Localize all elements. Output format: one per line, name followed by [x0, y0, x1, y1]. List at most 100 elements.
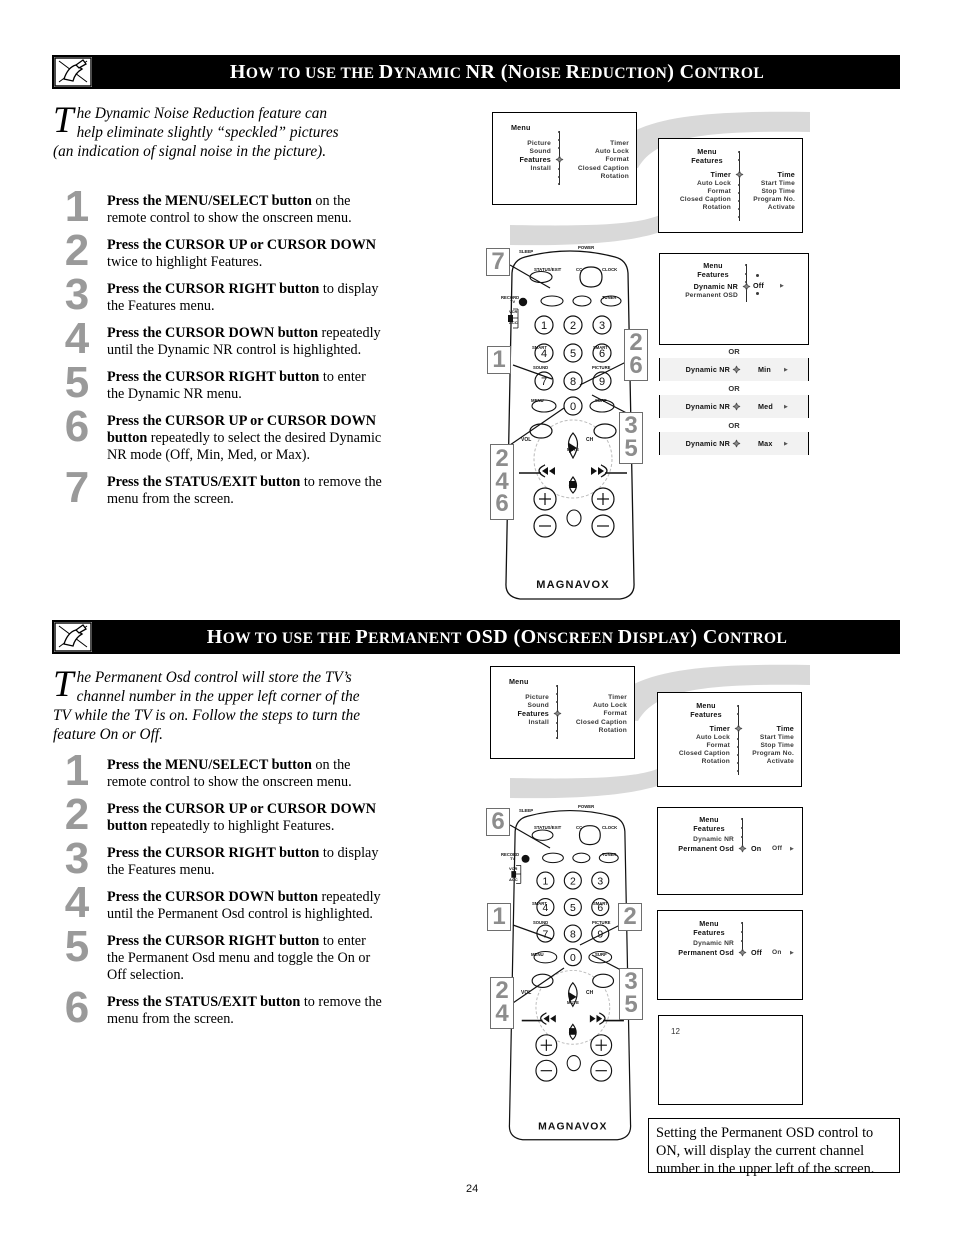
remote-label-tuner: TUNER — [602, 852, 617, 857]
step-bold: Press the MENU/SELECT button — [107, 193, 312, 209]
tv-manual-icon — [52, 55, 94, 89]
osd-breadcrumb: Features — [693, 824, 725, 833]
step-text: Press the CURSOR DOWN button repeatedly … — [107, 889, 385, 923]
step-bold: Press the STATUS/EXIT button — [107, 994, 301, 1010]
osd-item-highlighted: Dynamic NR — [693, 282, 738, 291]
step-text: Press the MENU/SELECT button on the remo… — [107, 757, 385, 791]
remote-label-ch: CH — [586, 990, 594, 996]
arrow-right-icon: ▶ — [784, 441, 788, 447]
remote-label-vol: VOL — [521, 990, 532, 996]
remote-label-smart-sound: SMART — [532, 345, 547, 350]
callout-6: 6 — [486, 808, 510, 836]
osd-submenu-item: Format — [603, 710, 627, 717]
step-text: Press the CURSOR UP or CURSOR DOWN butto… — [107, 413, 385, 464]
step-number: 1 — [64, 746, 90, 795]
page-number: 24 — [466, 1183, 479, 1195]
remote-label-smart-picture: SMART — [593, 901, 608, 906]
osd-dnr-max-strip: Dynamic NR Max ▶ — [659, 432, 809, 455]
osd-main-menu: Menu Picture Sound Features Install Time… — [492, 112, 637, 205]
remote-label-power: POWER — [578, 804, 595, 809]
cursor-pad-icon — [732, 365, 741, 374]
step-text: Press the CURSOR RIGHT button to enter t… — [107, 933, 385, 984]
remote-label-picture: PICTURE — [592, 920, 611, 925]
remote-label-tv: TV — [510, 856, 516, 861]
osd-submenu-item: Activate — [766, 758, 794, 765]
osd-value-other: On — [772, 949, 782, 956]
remote-label-clock: CLOCK — [602, 267, 618, 272]
arrow-right-icon: ▶ — [784, 404, 788, 410]
step-item: 5 Press the CURSOR RIGHT button to enter… — [55, 925, 385, 984]
step-bold: Press the CURSOR RIGHT button — [107, 281, 320, 297]
osd-main-menu-2: Menu Picture Sound Features Install Time… — [490, 666, 635, 759]
osd-dnr-med-strip: Dynamic NR Med ▶ — [659, 395, 809, 418]
osd-submenu-item: Rotation — [598, 727, 627, 734]
dropcap: T — [53, 100, 74, 141]
remote-label-menu: MENU — [531, 398, 544, 403]
svg-text:0: 0 — [570, 401, 576, 413]
callout-2-6: 26 — [624, 329, 648, 381]
osd-item: Rotation — [701, 758, 730, 765]
osd-value: Off — [753, 281, 764, 290]
callout-3-5: 35 — [619, 412, 643, 464]
step-number: 2 — [64, 226, 90, 275]
or-label: OR — [728, 421, 740, 430]
step-bold: Press the CURSOR UP or CURSOR DOWN — [107, 237, 377, 253]
note-text: Setting the Permanent OSD control to ON,… — [656, 1125, 875, 1177]
osd-item: Install — [528, 719, 549, 726]
cursor-pad-icon — [732, 402, 741, 411]
callout-2-4: 24 — [490, 977, 514, 1029]
step-item: 6 Press the STATUS/EXIT button to remove… — [55, 986, 385, 1030]
osd-item: Rotation — [702, 204, 731, 211]
arrow-right-icon: ▶ — [784, 367, 788, 373]
tv-manual-icon — [52, 620, 94, 654]
osd-submenu-item: Rotation — [600, 173, 629, 180]
callout-2: 2 — [618, 903, 642, 931]
step-bold: Press the CURSOR RIGHT button — [107, 933, 320, 949]
remote-label-vol: VOL — [521, 437, 532, 443]
step-item: 7 Press the STATUS/EXIT button to remove… — [55, 466, 385, 510]
step-number: 6 — [64, 402, 90, 451]
svg-text:8: 8 — [570, 929, 576, 940]
manual-page: HOW TO USE THE DYNAMIC NR (NOISE REDUCTI… — [0, 0, 954, 1235]
osd-value: Max — [758, 439, 773, 448]
remote-label-mute: MUTE — [567, 1000, 579, 1005]
osd-value: Min — [758, 365, 771, 374]
osd-submenu-item-highlighted: Time — [776, 724, 794, 733]
step-number: 5 — [64, 922, 90, 971]
remote-label-clock: CLOCK — [602, 825, 618, 830]
osd-breadcrumb: Features — [697, 270, 729, 279]
remote-label-tv: TV — [510, 299, 516, 304]
remote-label-sleep: SLEEP — [519, 249, 534, 254]
step-text: Press the CURSOR UP or CURSOR DOWN butto… — [107, 801, 385, 835]
or-label: OR — [728, 384, 740, 393]
dropcap: T — [53, 664, 74, 705]
step-item: 2 Press the CURSOR UP or CURSOR DOWN twi… — [55, 229, 385, 273]
callout-number: 1 — [492, 345, 506, 373]
step-text: Press the MENU/SELECT button on the remo… — [107, 193, 385, 227]
svg-text:MAGNAVOX: MAGNAVOX — [536, 579, 610, 591]
callout-1: 1 — [487, 903, 511, 931]
intro-text: he Dynamic Noise Reduction feature can h… — [53, 105, 339, 160]
osd-item-highlighted: Timer — [710, 170, 731, 179]
osd-value: Med — [758, 402, 773, 411]
callout-3-5: 35 — [619, 968, 643, 1020]
osd-item: Dynamic NR — [685, 439, 730, 448]
remote-label-picture: PICTURE — [592, 365, 611, 370]
step-text: Press the CURSOR RIGHT button to display… — [107, 845, 385, 879]
arrow-right-icon: ▶ — [780, 283, 784, 289]
intro-text: he Permanent Osd control will store the … — [53, 669, 361, 743]
step-rest: repeatedly to highlight Features. — [147, 818, 335, 834]
osd-item-highlighted: Permanent Osd — [678, 844, 734, 853]
step-number: 6 — [64, 983, 90, 1032]
callout-number: 7 — [491, 247, 505, 275]
osd-item: Install — [530, 165, 551, 172]
svg-text:3: 3 — [597, 876, 603, 887]
channel-number: 12 — [671, 1027, 680, 1036]
svg-text:5: 5 — [570, 348, 576, 360]
callout-number: 1 — [492, 902, 506, 930]
osd-value-other: Off — [772, 845, 783, 852]
step-text: Press the CURSOR RIGHT button to enter t… — [107, 369, 385, 403]
osd-value-selected: Off — [751, 948, 762, 957]
step-item: 1 Press the MENU/SELECT button on the re… — [55, 185, 385, 229]
osd-submenu-item: Activate — [767, 204, 795, 211]
